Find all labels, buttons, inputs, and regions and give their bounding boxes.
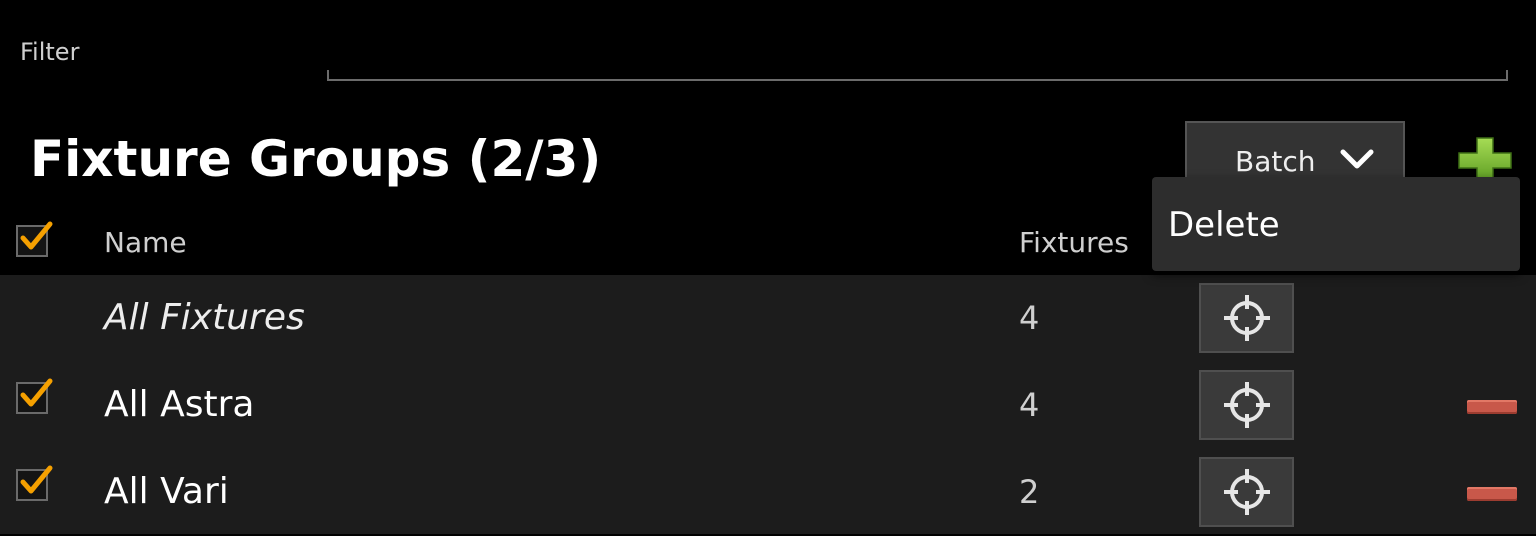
crosshair-icon (1223, 469, 1270, 515)
minus-icon[interactable] (1467, 400, 1517, 414)
filter-input-edge-right (1506, 70, 1508, 81)
column-header-name[interactable]: Name (104, 226, 187, 259)
minus-icon[interactable] (1467, 487, 1517, 501)
filter-label: Filter (20, 38, 80, 66)
page-title: Fixture Groups (2/3) (30, 130, 602, 188)
row-name: All Fixtures (104, 297, 305, 338)
chevron-down-icon (1339, 147, 1375, 175)
locate-button[interactable] (1199, 457, 1294, 527)
locate-button[interactable] (1199, 370, 1294, 440)
row-fixture-count: 4 (1019, 386, 1040, 424)
row-name: All Vari (104, 471, 229, 512)
row-checkbox[interactable] (16, 465, 53, 501)
row-fixture-count: 2 (1019, 473, 1040, 511)
row-name: All Astra (104, 384, 255, 425)
row-checkbox[interactable] (16, 378, 53, 414)
menu-item-delete[interactable]: Delete (1168, 205, 1280, 245)
row-fixture-count: 4 (1019, 299, 1040, 337)
locate-button[interactable] (1199, 283, 1294, 353)
table-row[interactable]: All Fixtures 4 (0, 275, 1536, 362)
crosshair-icon (1223, 382, 1270, 428)
crosshair-icon (1223, 295, 1270, 341)
table-row[interactable]: All Vari 2 (0, 449, 1536, 536)
batch-dropdown-menu: Delete (1152, 177, 1520, 271)
table-row[interactable]: All Astra 4 (0, 362, 1536, 449)
filter-input[interactable] (327, 79, 1508, 81)
batch-dropdown-button[interactable]: Batch (1185, 121, 1405, 181)
batch-label: Batch (1235, 145, 1316, 178)
column-header-fixtures[interactable]: Fixtures (1019, 226, 1129, 259)
select-all-checkbox[interactable] (16, 221, 53, 257)
